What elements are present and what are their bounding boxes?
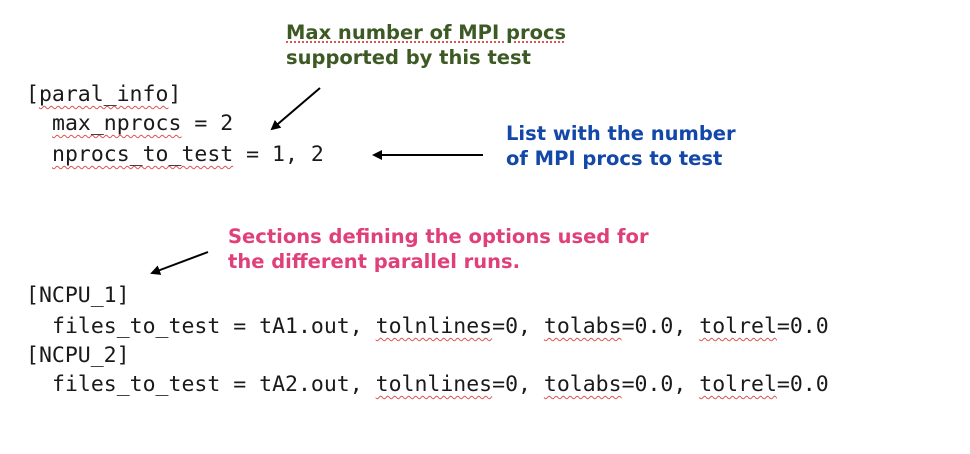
- arrow-to-ncpu-sections: [150, 251, 209, 275]
- annotation-arrows: [150, 87, 483, 275]
- arrow-to-max-nprocs: [270, 87, 321, 131]
